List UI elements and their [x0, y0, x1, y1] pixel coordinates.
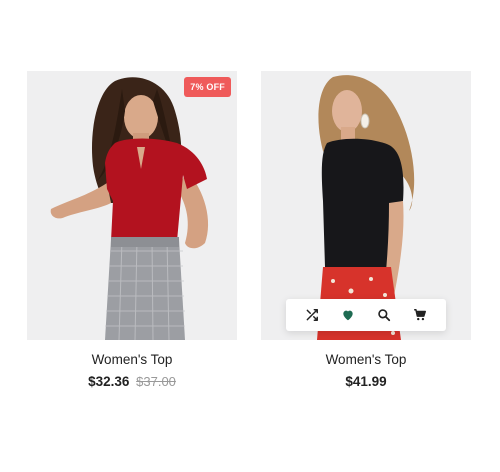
- product-card[interactable]: Women's Top $41.99: [261, 71, 471, 389]
- current-price: $41.99: [345, 374, 387, 389]
- product-title[interactable]: Women's Top: [27, 352, 237, 367]
- product-image[interactable]: 7% OFF: [27, 71, 237, 340]
- wishlist-button[interactable]: [336, 303, 360, 327]
- product-image[interactable]: [261, 71, 471, 340]
- model-illustration: [27, 71, 237, 340]
- discount-badge: 7% OFF: [184, 77, 231, 97]
- heart-icon: [343, 310, 353, 321]
- price-row: $32.36 $37.00: [27, 374, 237, 389]
- current-price: $32.36: [88, 374, 130, 389]
- price-row: $41.99: [261, 374, 471, 389]
- product-title[interactable]: Women's Top: [261, 352, 471, 367]
- old-price: $37.00: [136, 374, 176, 389]
- product-card[interactable]: 7% OFF Women's Top $32.36 $37.00: [27, 71, 237, 389]
- cart-icon: [414, 309, 426, 321]
- add-to-cart-button[interactable]: [408, 303, 432, 327]
- shuffle-icon: [306, 309, 318, 321]
- search-icon: [378, 309, 391, 322]
- quick-view-button[interactable]: [372, 303, 396, 327]
- product-actions-bar: [286, 299, 446, 331]
- compare-button[interactable]: [300, 303, 324, 327]
